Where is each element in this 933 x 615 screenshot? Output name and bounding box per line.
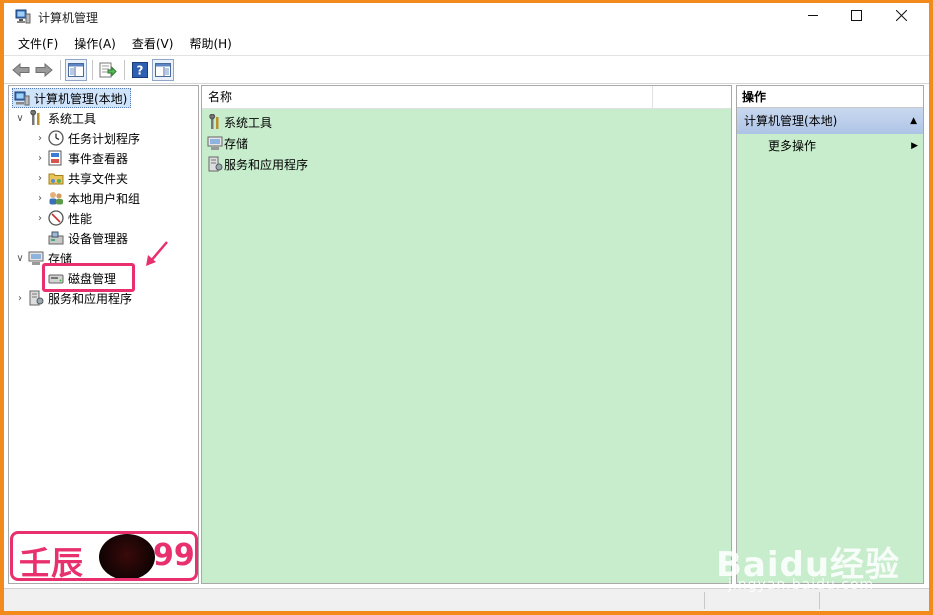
column-header-name[interactable]: 名称 [202,86,653,109]
content-list-pane[interactable]: 名称 系统工具 存储 服务和应用程序 [201,85,732,584]
list-item-system-tools[interactable]: 系统工具 [206,112,272,132]
forward-button[interactable] [33,59,55,81]
submenu-triangle-icon: ▶ [911,141,918,151]
tree-item-label: 事件查看器 [68,151,129,166]
minimize-icon [807,14,818,16]
tree-item-label: 系统工具 [48,111,97,126]
tree-item-task-scheduler[interactable]: › 任务计划程序 [33,128,140,148]
clock-icon [47,129,65,147]
list-item-label: 存储 [224,136,249,151]
menu-file[interactable]: 文件(F) [10,34,66,54]
event-viewer-icon [47,149,65,167]
menu-view[interactable]: 查看(V) [124,34,182,54]
close-button[interactable] [878,3,924,27]
tree-item-label: 本地用户和组 [68,191,141,206]
highlight-annotation [42,263,135,292]
status-separator [819,592,820,609]
export-list-button[interactable] [97,59,119,81]
services-icon [27,289,45,307]
tree-item-label: 服务和应用程序 [48,291,133,306]
action-pane: 操作 计算机管理(本地) ▲ 更多操作 ▶ [736,85,924,584]
chevron-down-icon[interactable]: ∨ [13,108,27,128]
close-icon [895,9,907,21]
title-bar: 计算机管理 [4,3,929,31]
tree-item-label: 性能 [68,211,93,226]
maximize-button[interactable] [833,3,879,27]
back-button[interactable] [10,59,32,81]
tree-item-label: 设备管理器 [68,231,129,246]
collapse-triangle-icon[interactable]: ▲ [910,108,917,134]
tree-root[interactable]: 计算机管理(本地) [12,88,132,108]
forward-arrow-icon [35,62,53,77]
tree-item-event-viewer[interactable]: › 事件查看器 [33,148,128,168]
chevron-right-icon[interactable]: › [33,208,47,228]
show-hide-action-pane-button[interactable] [152,58,174,81]
services-icon [206,155,224,173]
tree-item-shared-folders[interactable]: › 共享文件夹 [33,168,128,188]
action-group-computer-management[interactable]: 计算机管理(本地) ▲ [737,108,923,134]
show-hide-action-pane-icon [155,62,171,77]
action-item-label: 更多操作 [768,139,817,153]
tools-icon [27,109,45,127]
action-more-actions[interactable]: 更多操作 ▶ [737,134,923,158]
toolbar-separator [60,59,61,80]
tree-item-performance[interactable]: › 性能 [33,208,92,228]
dragon-icon [99,534,155,578]
toolbar-separator [92,59,93,80]
chevron-right-icon[interactable]: › [33,148,47,168]
performance-icon [47,209,65,227]
storage-icon [206,134,224,152]
list-item-storage[interactable]: 存储 [206,133,248,153]
tree-item-system-tools[interactable]: ∨ 系统工具 [13,108,96,128]
computer-management-icon [13,89,31,107]
chevron-right-icon[interactable]: › [13,288,27,308]
navigation-tree-pane[interactable]: 计算机管理(本地) ∨ 系统工具 › 任务计划程序 › 事件查看器 › 共享文件… [8,85,199,584]
tools-icon [206,113,224,131]
tree-item-label: 任务计划程序 [68,131,141,146]
tree-item-local-users-groups[interactable]: › 本地用户和组 [33,188,140,208]
chevron-right-icon[interactable]: › [33,168,47,188]
maximize-icon [850,9,862,21]
shared-folder-icon [47,169,65,187]
action-group-label: 计算机管理(本地) [744,114,838,128]
toolbar: ? [4,55,929,84]
minimize-button[interactable] [790,3,836,27]
annotation-arrow-icon [146,241,168,266]
menu-bar: 文件(F) 操作(A) 查看(V) 帮助(H) [4,33,929,54]
device-manager-icon [47,229,65,247]
watermark-logo: 壬辰 99 [10,531,198,581]
svg-text:?: ? [137,63,144,77]
list-item-label: 服务和应用程序 [224,157,309,172]
menu-action[interactable]: 操作(A) [66,34,124,54]
chevron-down-icon[interactable]: ∨ [13,248,27,268]
show-hide-tree-icon [68,62,84,77]
tree-item-device-manager[interactable]: 设备管理器 [47,228,128,248]
toolbar-separator [124,59,125,80]
help-button[interactable]: ? [129,59,151,81]
tree-root-label: 计算机管理(本地) [34,91,128,106]
window-title: 计算机管理 [38,11,99,25]
export-list-icon [99,62,117,77]
computer-management-icon [15,9,31,24]
watermark-logo-text-right: 99 [153,538,195,573]
show-hide-tree-button[interactable] [65,58,87,81]
chevron-right-icon[interactable]: › [33,128,47,148]
chevron-right-icon[interactable]: › [33,188,47,208]
status-separator [704,592,705,609]
help-icon: ? [132,61,148,78]
list-item-services-apps[interactable]: 服务和应用程序 [206,154,308,174]
users-icon [47,189,65,207]
list-item-label: 系统工具 [224,115,273,130]
computer-management-window: 计算机管理 文件(F) 操作(A) 查看(V) 帮助(H) ? 计算机管理(本地… [4,3,929,611]
status-bar [4,588,929,611]
menu-help[interactable]: 帮助(H) [181,34,239,54]
tree-item-label: 共享文件夹 [68,171,129,186]
watermark-logo-text-left: 壬辰 [19,544,84,581]
back-arrow-icon [12,62,30,77]
list-header: 名称 [202,86,731,109]
action-pane-header: 操作 [737,86,923,108]
